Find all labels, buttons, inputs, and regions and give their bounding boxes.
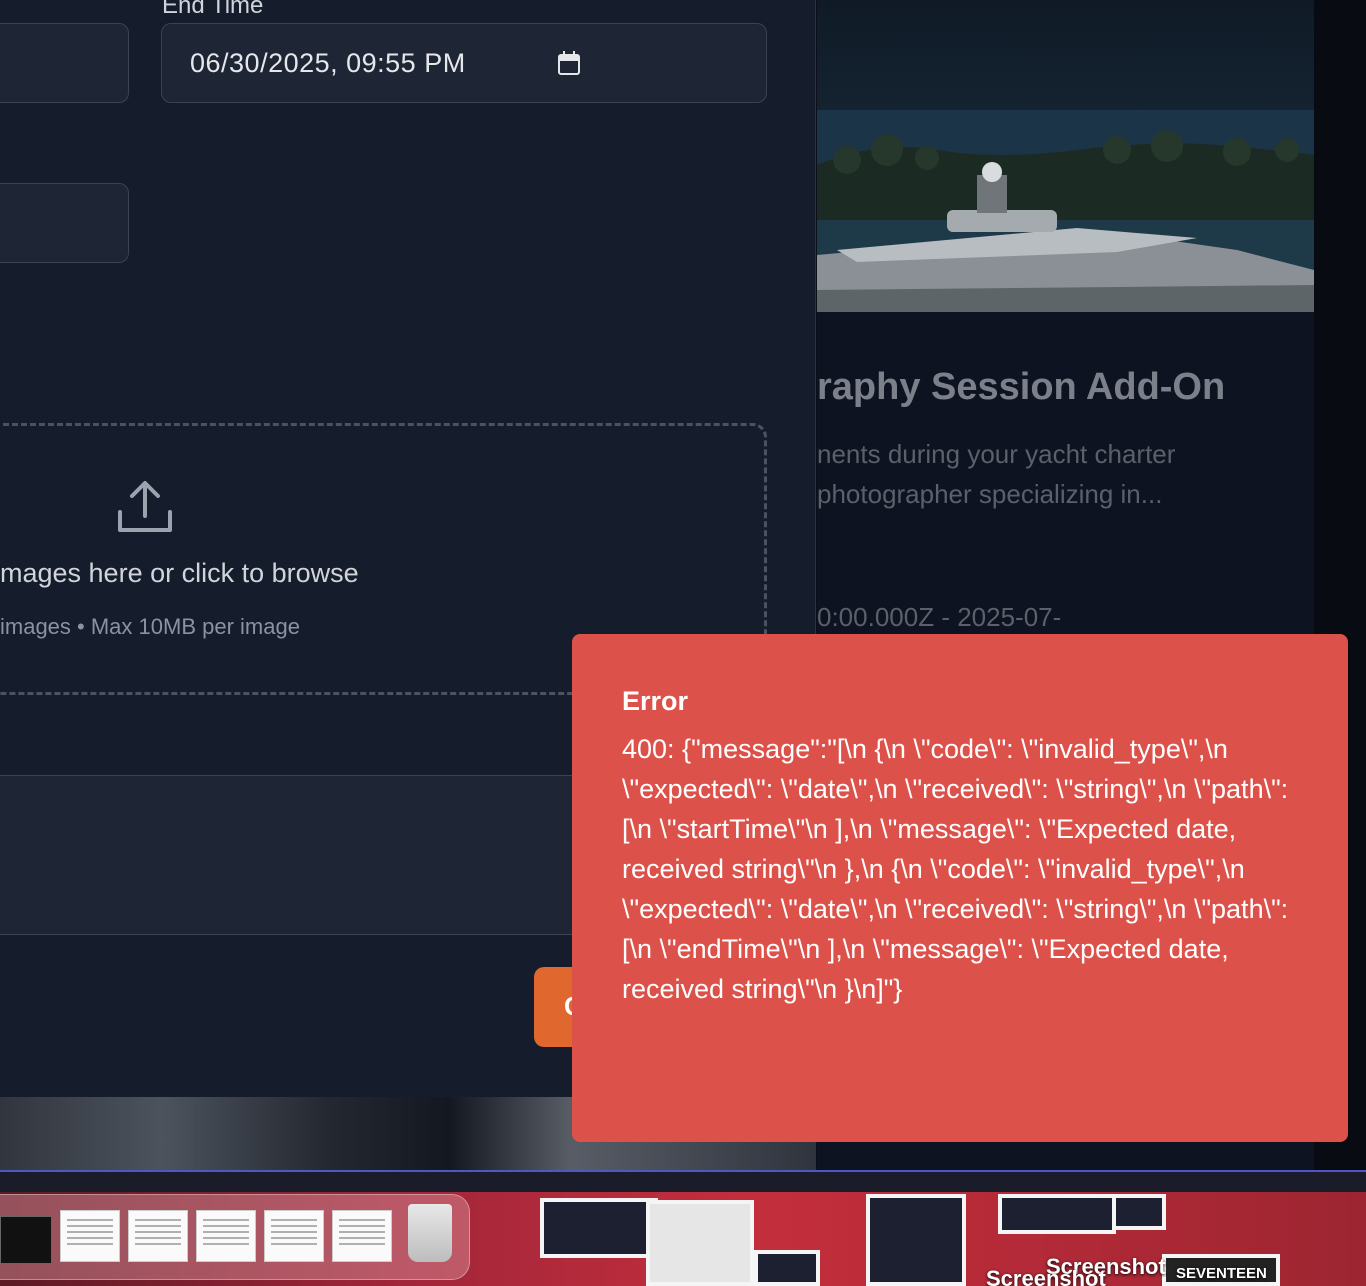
text-input[interactable] <box>0 183 129 263</box>
end-time-value: 06/30/2025, 09:55 PM <box>190 47 466 78</box>
error-toast-message: 400: {"message":"[\n {\n \"code\": \"inv… <box>622 734 1289 1004</box>
description-textarea[interactable] <box>0 775 610 935</box>
dock-document-thumbnail[interactable] <box>196 1210 256 1262</box>
trash-icon[interactable] <box>408 1204 452 1262</box>
error-toast-title: Error <box>622 686 689 716</box>
desktop-screenshot-thumbnail[interactable] <box>1112 1194 1166 1230</box>
yacht-photo <box>817 0 1314 312</box>
desktop-screenshot-thumbnail[interactable] <box>866 1194 966 1286</box>
desktop-screenshot-thumbnail[interactable] <box>540 1198 658 1258</box>
dropzone-text: mages here or click to browse <box>0 558 359 588</box>
error-toast[interactable]: Error 400: {"message":"[\n {\n \"code\":… <box>572 634 1348 1142</box>
desktop-file-label[interactable]: Screenshot <box>986 1266 1106 1286</box>
desktop-screenshot-thumbnail[interactable] <box>998 1194 1116 1234</box>
desktop-screenshot-thumbnail[interactable] <box>646 1200 754 1286</box>
dock-terminal-thumbnail[interactable] <box>0 1216 52 1264</box>
start-time-input[interactable] <box>0 23 129 103</box>
dock-document-thumbnail[interactable] <box>60 1210 120 1262</box>
upload-icon <box>118 481 172 532</box>
card-title: raphy Session Add-On <box>817 366 1226 408</box>
end-time-label: End Time <box>162 0 264 19</box>
calendar-icon[interactable] <box>558 51 580 75</box>
dock-chrome-thumbnail[interactable] <box>332 1210 392 1262</box>
end-time-input[interactable]: 06/30/2025, 09:55 PM <box>161 23 767 103</box>
card-time-range: 0:00.000Z - 2025-07- <box>817 602 1062 632</box>
window-bottom-bar <box>0 1172 1366 1192</box>
dock-document-thumbnail[interactable] <box>128 1210 188 1262</box>
dropzone-hint: images • Max 10MB per image <box>0 614 300 639</box>
desktop-file-label[interactable]: SEVENTEEN <box>1176 1265 1267 1282</box>
card-description: nents during your yacht charter photogra… <box>817 439 1176 509</box>
dock-document-thumbnail[interactable] <box>264 1210 324 1262</box>
desktop-screenshot-thumbnail[interactable] <box>754 1250 820 1286</box>
